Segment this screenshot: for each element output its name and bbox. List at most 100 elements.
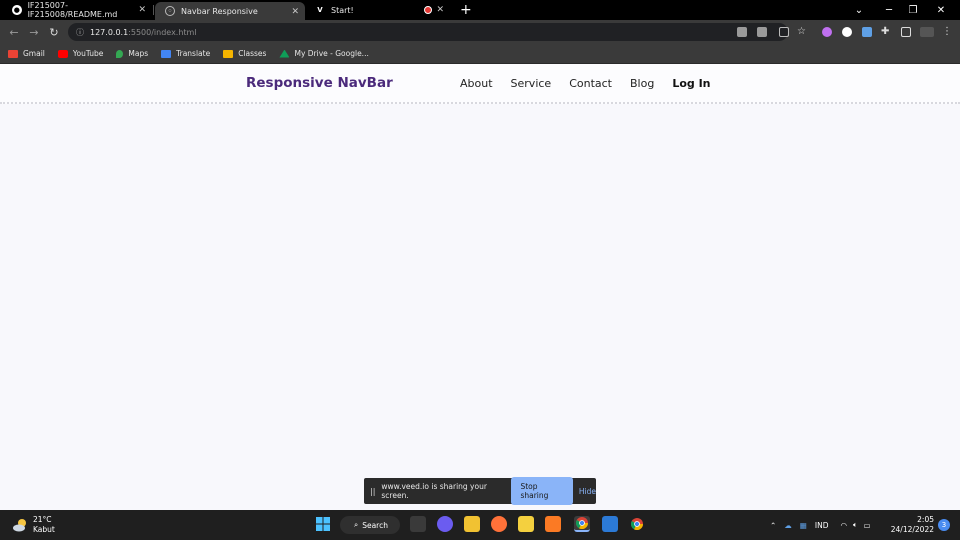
- cloud-moon-icon: [13, 519, 26, 532]
- bookmark-gmail[interactable]: Gmail: [8, 49, 45, 58]
- reload-button[interactable]: ↻: [46, 24, 62, 40]
- wifi-icon[interactable]: ◠: [841, 521, 848, 530]
- nav-link-blog[interactable]: Blog: [630, 77, 654, 90]
- share-message: www.veed.io is sharing your screen.: [381, 482, 487, 500]
- back-button[interactable]: ←: [6, 24, 22, 40]
- login-link[interactable]: Log In: [672, 77, 710, 90]
- chrome-icon[interactable]: [629, 516, 645, 532]
- bookmark-label: YouTube: [72, 49, 104, 58]
- tab-start[interactable]: V Start! ✕: [305, 0, 450, 20]
- screen: ● IF215007-IF215008/README.md ✕ ◦ Navbar…: [0, 0, 960, 540]
- grammar-extension-icon[interactable]: [842, 27, 852, 37]
- notification-badge[interactable]: 3: [938, 519, 950, 531]
- bookmark-star-icon[interactable]: ☆: [797, 27, 807, 37]
- gmail-icon: [8, 49, 18, 58]
- restore-button[interactable]: ❐: [900, 0, 926, 20]
- address-bar[interactable]: ⓘ 127.0.0.1 :5500/index.html: [68, 23, 788, 41]
- extensions-puzzle-icon[interactable]: ✚: [881, 27, 891, 37]
- nav-links: About Service Contact Blog Log In: [460, 77, 711, 90]
- onedrive-icon[interactable]: ☁: [784, 521, 792, 530]
- vscode-icon[interactable]: [602, 516, 618, 532]
- tab-title: Start!: [331, 5, 354, 15]
- bookmark-my-drive[interactable]: My Drive - Google...: [279, 49, 369, 58]
- chrome-active-icon[interactable]: [574, 516, 590, 532]
- reader-extension-icon[interactable]: [862, 27, 872, 37]
- language-indicator[interactable]: IND: [815, 521, 829, 530]
- weather-widget[interactable]: 21°C Kabut: [12, 515, 55, 535]
- chat-icon[interactable]: [437, 516, 453, 532]
- recording-icon: [424, 6, 432, 14]
- battery-icon[interactable]: ▭: [864, 521, 871, 530]
- url-path: :5500/index.html: [128, 27, 197, 37]
- task-view-icon[interactable]: [410, 516, 426, 532]
- forward-button[interactable]: →: [26, 24, 42, 40]
- new-tab-button[interactable]: +: [460, 2, 472, 18]
- sticky-notes-icon[interactable]: [518, 516, 534, 532]
- bookmark-youtube[interactable]: YouTube: [57, 49, 104, 58]
- firefox-icon[interactable]: [491, 516, 507, 532]
- bookmark-label: Gmail: [23, 49, 45, 58]
- share-icon[interactable]: [779, 27, 789, 37]
- search-icon: ⌕: [354, 520, 359, 529]
- translate-icon[interactable]: [757, 27, 767, 37]
- tab-search-icon[interactable]: ⌄: [846, 0, 872, 20]
- tab-navbar-responsive[interactable]: ◦ Navbar Responsive ✕: [155, 2, 305, 20]
- system-clock[interactable]: 2:05 24/12/2022: [891, 515, 934, 535]
- bookmark-classes[interactable]: Classes: [223, 49, 266, 58]
- menu-icon[interactable]: ⋮: [942, 27, 952, 37]
- bookmark-label: Classes: [238, 49, 267, 58]
- github-icon: ●: [12, 5, 22, 15]
- volume-icon[interactable]: 🔈︎: [853, 520, 858, 530]
- site-brand[interactable]: Responsive NavBar: [246, 75, 393, 91]
- network-activity-icon[interactable]: ▦: [800, 521, 807, 530]
- taskbar: 21°C Kabut ⌕ Search ⌃ ☁ ▦ IND ◠ 🔈︎ ▭ 2:0…: [0, 510, 960, 540]
- tab-title: IF215007-IF215008/README.md: [27, 1, 118, 19]
- browser-toolbar: ← → ↻ ⓘ 127.0.0.1 :5500/index.html ☆ ✚ ⋮: [0, 20, 960, 44]
- tab-title: Navbar Responsive: [181, 6, 258, 16]
- nav-link-service[interactable]: Service: [511, 77, 552, 90]
- tab-strip: ● IF215007-IF215008/README.md ✕ ◦ Navbar…: [0, 0, 960, 20]
- file-explorer-icon[interactable]: [464, 516, 480, 532]
- url-host: 127.0.0.1: [90, 27, 129, 37]
- nav-link-about[interactable]: About: [460, 77, 493, 90]
- site-info-icon[interactable]: ⓘ: [76, 27, 84, 38]
- color-extension-icon[interactable]: [822, 27, 832, 37]
- clock-date: 24/12/2022: [890, 525, 934, 534]
- xampp-icon[interactable]: [545, 516, 561, 532]
- nav-link-contact[interactable]: Contact: [569, 77, 612, 90]
- profile-icon[interactable]: [920, 27, 934, 37]
- camera-icon[interactable]: [737, 27, 747, 37]
- tab-readme[interactable]: ● IF215007-IF215008/README.md ✕: [2, 0, 152, 20]
- stop-sharing-button[interactable]: Stop sharing: [511, 477, 573, 505]
- bookmark-label: Translate: [176, 49, 211, 58]
- minimize-button[interactable]: ─: [876, 0, 902, 20]
- chevron-up-icon[interactable]: ⌃: [770, 521, 776, 530]
- weather-temperature: 21°C: [33, 515, 52, 524]
- veed-icon: V: [317, 6, 323, 14]
- system-tray: ⌃ ☁ ▦ IND ◠ 🔈︎ ▭: [770, 510, 871, 540]
- close-tab-icon[interactable]: ✕: [436, 5, 444, 15]
- pause-icon: ||: [370, 486, 376, 496]
- bookmark-label: My Drive - Google...: [294, 49, 369, 58]
- windows-start-icon[interactable]: [315, 516, 331, 532]
- search-label: Search: [362, 520, 388, 530]
- screen-share-bar: || www.veed.io is sharing your screen. S…: [364, 477, 596, 505]
- youtube-icon: [57, 49, 68, 58]
- drive-icon: [279, 49, 290, 58]
- bookmark-maps[interactable]: Maps: [116, 49, 148, 58]
- side-panel-icon[interactable]: [901, 27, 911, 37]
- hide-button[interactable]: Hide: [579, 487, 596, 496]
- bookmark-label: Maps: [128, 49, 149, 58]
- classes-icon: [223, 49, 234, 58]
- clock-time: 2:05: [917, 515, 934, 524]
- web-page: Responsive NavBar About Service Contact …: [0, 64, 960, 510]
- close-tab-icon[interactable]: ✕: [291, 7, 299, 17]
- bookmark-translate[interactable]: Translate: [161, 49, 210, 58]
- globe-icon: ◦: [165, 6, 175, 16]
- site-navbar: Responsive NavBar About Service Contact …: [0, 64, 960, 104]
- close-window-button[interactable]: ✕: [928, 0, 954, 20]
- bookmarks-bar: Gmail YouTube Maps Translate Classes My …: [0, 44, 960, 64]
- tab-divider: [153, 5, 154, 15]
- taskbar-search[interactable]: ⌕ Search: [340, 516, 400, 534]
- close-tab-icon[interactable]: ✕: [138, 5, 146, 15]
